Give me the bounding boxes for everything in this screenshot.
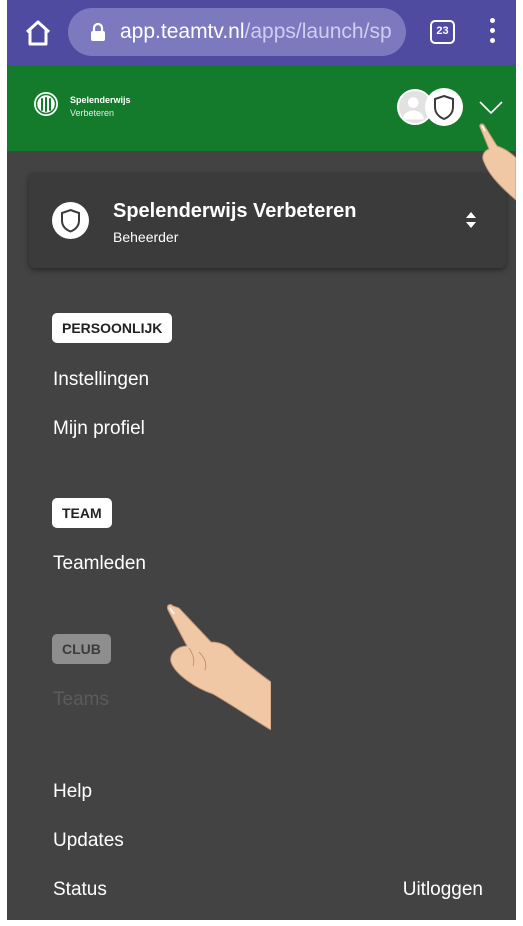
- tabs-icon[interactable]: 23: [430, 20, 455, 44]
- app-header: Spelenderwijs Verbeteren: [7, 65, 516, 151]
- nav-item-updates[interactable]: Updates: [53, 829, 124, 853]
- pointing-hand-icon: [167, 604, 271, 730]
- url-text: app.teamtv.nl/apps/launch/sp: [120, 18, 392, 46]
- section-badge-club: CLUB: [52, 634, 111, 664]
- nav-item-team-members[interactable]: Teamleden: [53, 552, 146, 576]
- nav-item-status[interactable]: Status: [53, 878, 107, 902]
- team-shield: [52, 202, 89, 239]
- section-badge-personal: PERSOONLIJK: [52, 313, 173, 343]
- team-switcher[interactable]: Spelenderwijs Verbeteren Beheerder: [29, 173, 506, 268]
- section-badge-team: TEAM: [52, 498, 112, 528]
- header-team-name: Spelenderwijs: [70, 95, 131, 105]
- switcher-team-title: Spelenderwijs Verbeteren: [113, 200, 357, 222]
- app-frame: app.teamtv.nl/apps/launch/sp 23 Spelende…: [7, 0, 516, 920]
- header-team-subtitle: Verbeteren: [70, 108, 115, 118]
- shield-icon: [61, 208, 80, 233]
- switcher-role: Beheerder: [113, 229, 179, 245]
- club-logo-icon: [34, 92, 58, 116]
- menu-icon[interactable]: [485, 18, 499, 48]
- pointing-hand-icon: [479, 123, 516, 201]
- sort-icon: [466, 212, 476, 228]
- home-icon[interactable]: [23, 18, 53, 48]
- url-host: app.teamtv.nl: [120, 20, 245, 43]
- nav-item-teams: Teams: [53, 689, 109, 710]
- tab-count: 23: [436, 25, 449, 37]
- address-bar[interactable]: app.teamtv.nl/apps/launch/sp: [68, 8, 406, 56]
- lock-icon: [91, 22, 105, 41]
- nav-item-settings[interactable]: Instellingen: [53, 368, 149, 392]
- chevron-down-icon[interactable]: [477, 95, 505, 119]
- url-path: /apps/launch/sp: [244, 20, 392, 43]
- nav-item-my-profile[interactable]: Mijn profiel: [53, 417, 145, 441]
- logout-link[interactable]: Uitloggen: [403, 878, 483, 902]
- browser-toolbar: app.teamtv.nl/apps/launch/sp 23: [7, 0, 516, 65]
- team-shield-avatar[interactable]: [425, 88, 463, 126]
- nav-item-help[interactable]: Help: [53, 780, 92, 804]
- shield-icon: [434, 94, 454, 121]
